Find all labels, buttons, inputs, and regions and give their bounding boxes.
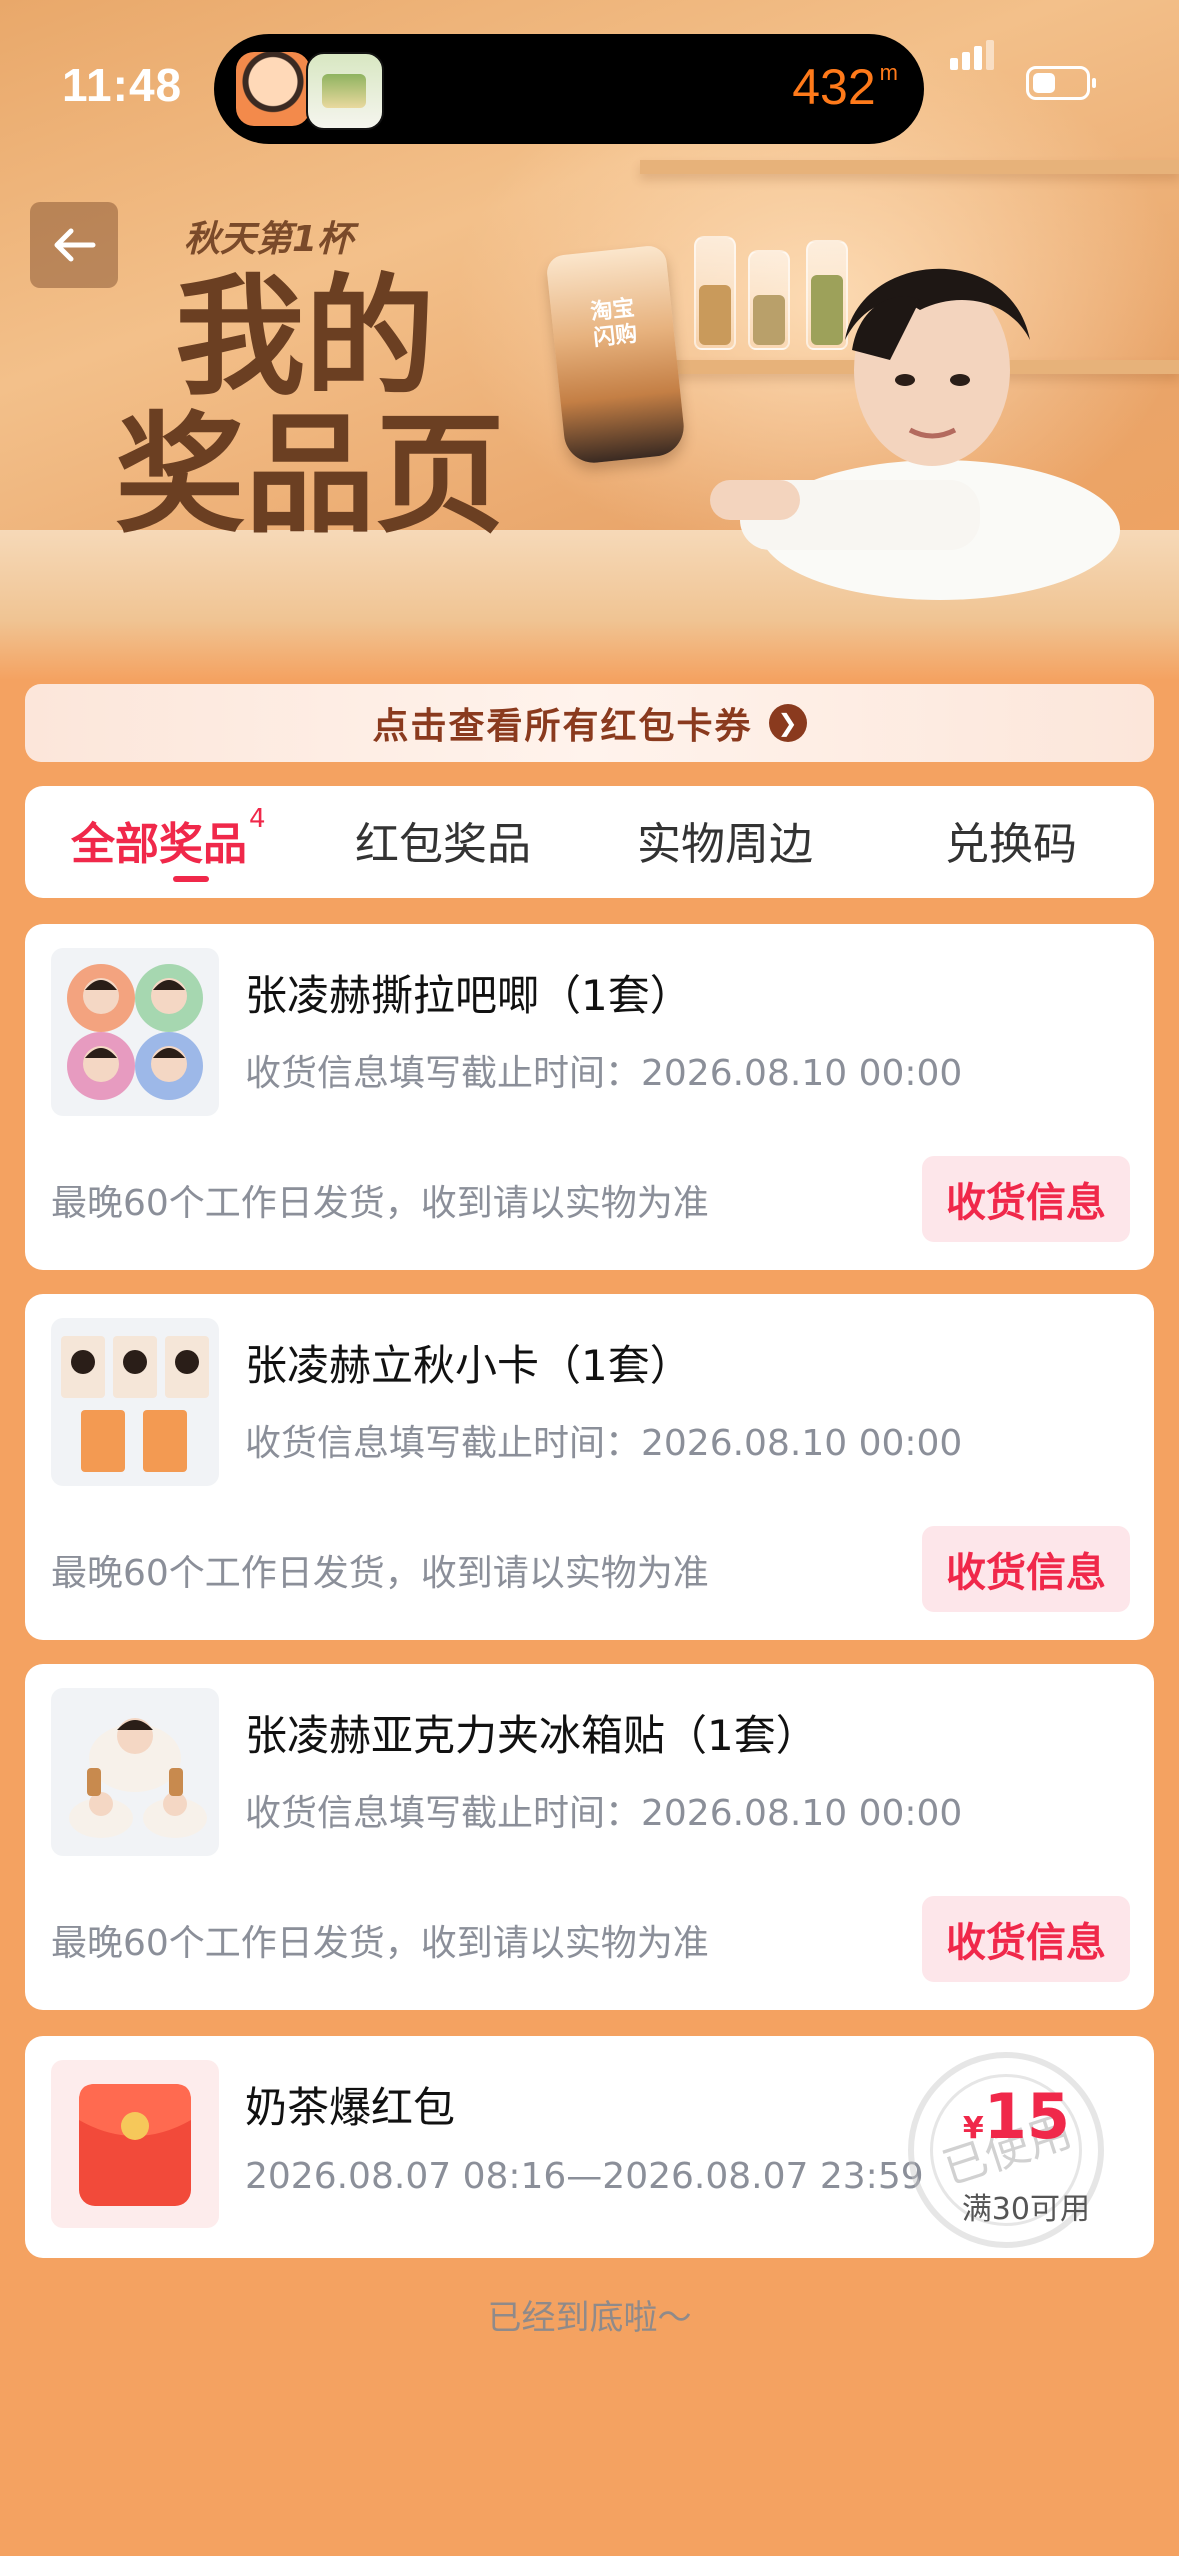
cup-logo-text: 淘宝 闪购 (589, 295, 639, 352)
status-time: 11:48 (62, 59, 183, 111)
shipping-note: 最晚60个工作日发货，收到请以实物为准 (51, 1923, 709, 1964)
tab-count-badge: 4 (249, 804, 266, 835)
chevron-right-icon: ❯ (768, 704, 807, 742)
shelf (640, 160, 1179, 174)
prize-card: 张凌赫亚克力夹冰箱贴（1套） 收货信息填写截止时间：2026.08.10 00:… (25, 1664, 1154, 2010)
coupon-banner-label: 点击查看所有红包卡券 (372, 706, 753, 747)
back-button[interactable] (30, 202, 118, 288)
tab-physical-merch[interactable]: 实物周边 (637, 808, 813, 872)
prize-deadline: 收货信息填写截止时间：2026.08.10 00:00 (245, 1793, 963, 1834)
shipping-info-button[interactable]: 收货信息 (922, 1526, 1130, 1612)
red-packet-validity: 2026.08.07 08:16—2026.08.07 23:59 (245, 2156, 924, 2197)
hero-title-line1: 我的 (175, 261, 436, 413)
tab-redeem-code[interactable]: 兑换码 (945, 808, 1077, 872)
tab-all-prizes[interactable]: 全部奖品4 (71, 804, 266, 872)
prize-thumbnail (51, 948, 219, 1116)
hero-title-line2: 奖品页 (115, 399, 506, 551)
dynamic-island[interactable]: 432 m (214, 34, 924, 144)
prize-title: 张凌赫立秋小卡（1套） (245, 1341, 692, 1390)
usage-condition: 满30可用 (961, 2192, 1090, 2227)
shipping-note: 最晚60个工作日发货，收到请以实物为准 (51, 1553, 709, 1594)
tab-red-packet-prizes[interactable]: 红包奖品 (355, 808, 531, 872)
prize-title: 张凌赫撕拉吧唧（1套） (245, 971, 692, 1020)
prize-title: 张凌赫亚克力夹冰箱贴（1套） (245, 1711, 818, 1760)
avatar-icon (236, 52, 310, 126)
battery-icon (1026, 66, 1096, 100)
red-packet-amount: ¥15 (963, 2080, 1070, 2153)
distance-value: 432 (792, 59, 876, 115)
app-thumbnail-icon (306, 52, 384, 130)
red-packet-thumbnail (51, 2060, 219, 2228)
prize-deadline: 收货信息填写截止时间：2026.08.10 00:00 (245, 1053, 963, 1094)
currency-symbol: ¥ (962, 2111, 984, 2146)
end-of-list-text: 已经到底啦～ (487, 2298, 692, 2338)
arrow-left-icon (54, 228, 96, 262)
red-packet-title: 奶茶爆红包 (245, 2083, 456, 2132)
prize-thumbnail (51, 1318, 219, 1486)
status-bar: 11:48 432 m (0, 0, 1179, 150)
prize-thumbnail (51, 1688, 219, 1856)
shipping-info-button[interactable]: 收货信息 (922, 1896, 1130, 1982)
shipping-info-button[interactable]: 收货信息 (922, 1156, 1130, 1242)
red-packet-card[interactable]: 奶茶爆红包 2026.08.07 08:16—2026.08.07 23:59 … (25, 2036, 1154, 2258)
red-envelope-icon (79, 2084, 191, 2206)
distance-readout: 432 m (792, 58, 898, 116)
prize-card: 张凌赫撕拉吧唧（1套） 收货信息填写截止时间：2026.08.10 00:00 … (25, 924, 1154, 1270)
prize-card: 张凌赫立秋小卡（1套） 收货信息填写截止时间：2026.08.10 00:00 … (25, 1294, 1154, 1640)
active-tab-indicator (173, 876, 209, 882)
view-all-coupons-banner[interactable]: 点击查看所有红包卡券 ❯ (25, 684, 1154, 762)
hero-title: 我的 奖品页 (115, 268, 505, 544)
distance-unit: m (879, 60, 898, 85)
amount-value: 15 (983, 2080, 1070, 2153)
prize-deadline: 收货信息填写截止时间：2026.08.10 00:00 (245, 1423, 963, 1464)
tab-label: 全部奖品 (71, 819, 247, 870)
milk-tea-cup-image (545, 244, 687, 466)
hero-subtitle: 秋天第1杯 (184, 219, 354, 260)
shipping-note: 最晚60个工作日发货，收到请以实物为准 (51, 1183, 709, 1224)
prize-tabs: 全部奖品4 红包奖品 实物周边 兑换码 (25, 786, 1154, 898)
